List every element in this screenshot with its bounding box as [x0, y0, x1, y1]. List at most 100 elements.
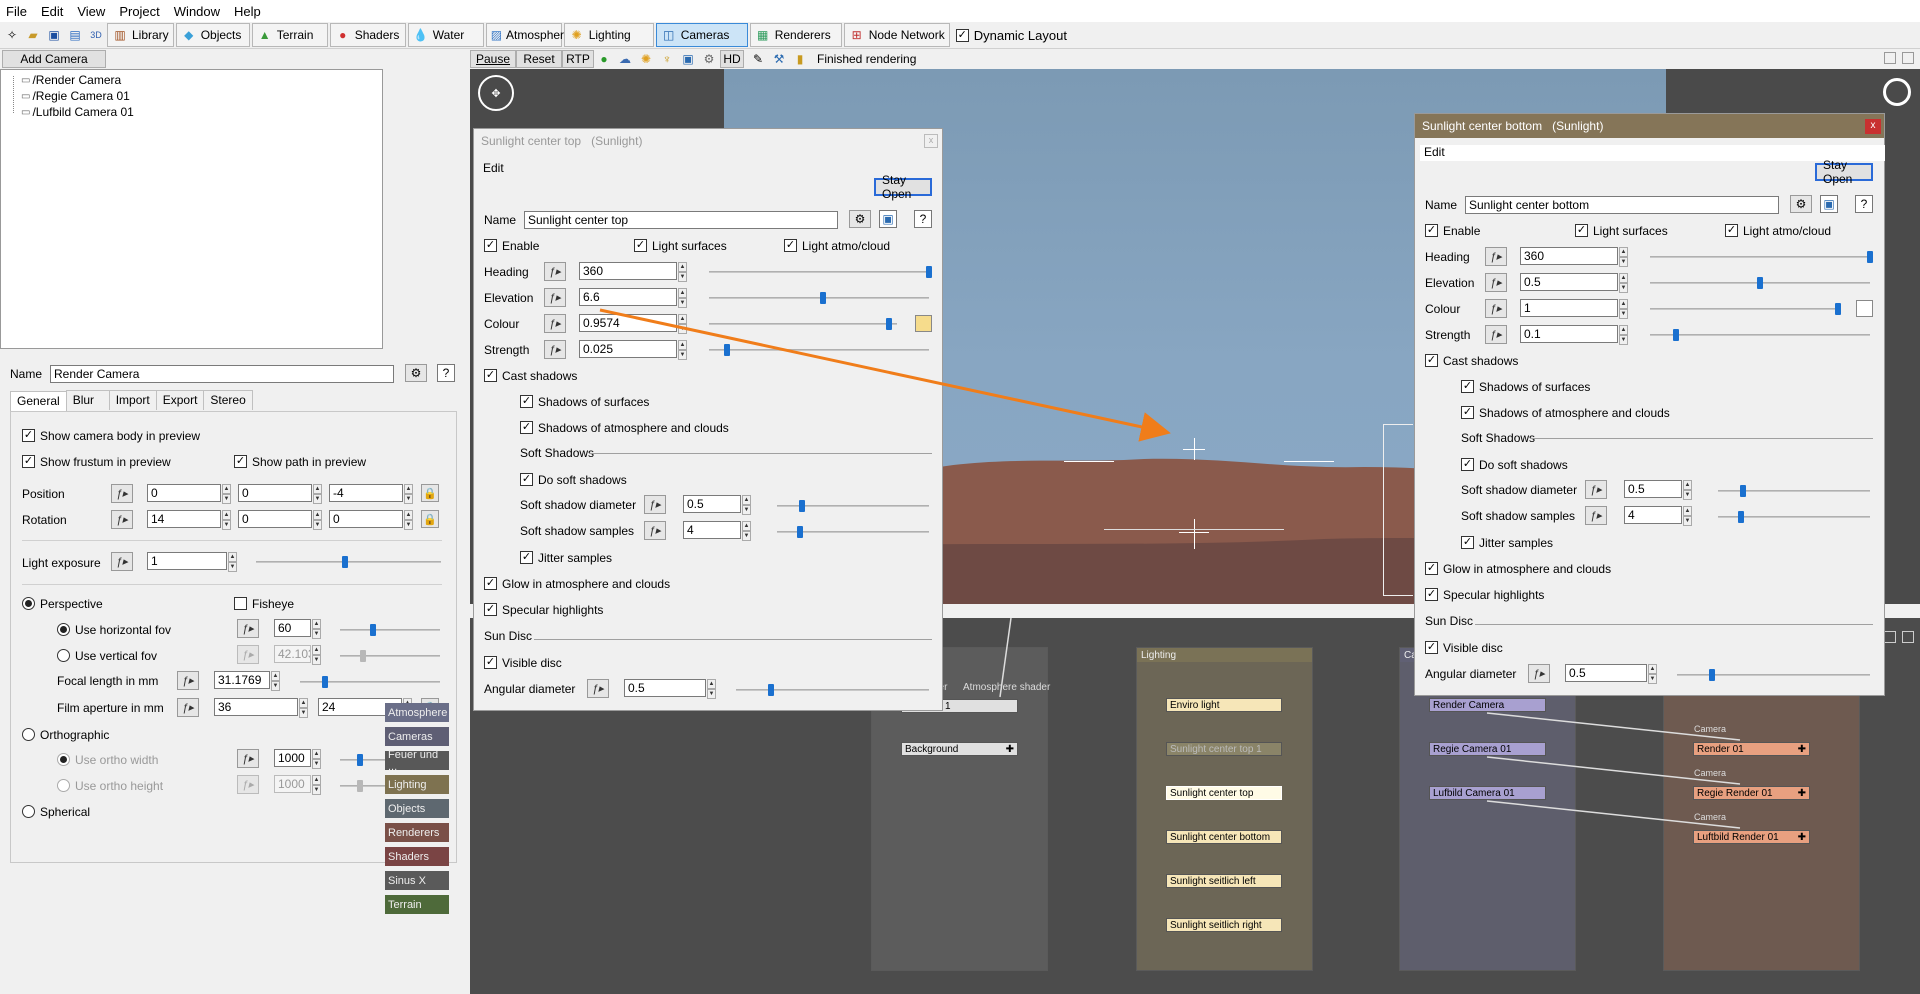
hfov-field[interactable]: 60 [274, 619, 311, 637]
render-node[interactable]: Luftbild Render 01 ✚ [1693, 830, 1810, 844]
close-icon[interactable]: x [1865, 119, 1881, 134]
sidebar-item-renderers[interactable]: Renderers [385, 823, 449, 842]
tab-library[interactable]: ▥ Library [107, 23, 174, 47]
tools-icon[interactable]: ⚒ [769, 49, 789, 69]
glow-checkbox[interactable]: ✓ [1425, 562, 1438, 575]
function-button[interactable]: ƒ▸ [587, 679, 609, 698]
background-node[interactable]: Background ✚ [901, 742, 1018, 756]
light-surfaces-checkbox[interactable]: ✓ [1575, 224, 1588, 237]
function-button[interactable]: ƒ▸ [1585, 480, 1607, 499]
do-soft-shadows-checkbox[interactable]: ✓ [520, 473, 533, 486]
visible-disc-checkbox[interactable]: ✓ [1425, 641, 1438, 654]
soft-samples-slider[interactable] [1718, 511, 1870, 523]
plus-icon[interactable]: ✚ [1006, 744, 1014, 755]
new-file-icon[interactable]: ✧ [2, 25, 22, 45]
light-node[interactable]: Enviro light [1166, 698, 1282, 712]
tab-stereo[interactable]: Stereo [203, 390, 253, 410]
shadows-atmo-checkbox[interactable]: ✓ [1461, 406, 1474, 419]
menu-view[interactable]: View [77, 4, 105, 19]
window-restore-icon[interactable] [1884, 631, 1896, 643]
spinner[interactable]: ▲▼ [742, 521, 751, 541]
aperture-width-field[interactable]: 36 [214, 698, 298, 716]
save-as-icon[interactable]: ▤ [65, 25, 85, 45]
render-node[interactable]: Regie Render 01 ✚ [1693, 786, 1810, 800]
tab-terrain[interactable]: ▲ Terrain [251, 23, 328, 47]
sidebar-item-atmosphere[interactable]: Atmosphere [385, 703, 449, 722]
tab-blur[interactable]: Blur [65, 390, 110, 410]
use-hfov-radio[interactable] [57, 623, 70, 636]
function-button[interactable]: ƒ▸ [1585, 506, 1607, 525]
spinner[interactable]: ▲▼ [1648, 664, 1657, 684]
lock-icon[interactable]: 🔒 [421, 510, 439, 528]
hd-button[interactable]: HD [720, 50, 744, 68]
function-button[interactable]: ƒ▸ [544, 288, 566, 307]
angular-diameter-slider[interactable] [1677, 669, 1870, 681]
fisheye-checkbox[interactable] [234, 597, 247, 610]
focal-field[interactable]: 31.1769 [214, 671, 270, 689]
function-button[interactable]: ƒ▸ [111, 510, 133, 529]
tab-node-network[interactable]: ⊞ Node Network [843, 23, 950, 47]
position-z-field[interactable]: -4 [329, 484, 403, 502]
sun-toggle-icon[interactable]: ✺ [636, 49, 656, 69]
3d-preview-icon[interactable]: 3D [86, 25, 106, 45]
visible-disc-checkbox[interactable]: ✓ [484, 656, 497, 669]
light-surfaces-checkbox[interactable]: ✓ [634, 239, 647, 252]
spherical-radio[interactable] [22, 805, 35, 818]
render-node[interactable]: Render 01 ✚ [1693, 742, 1810, 756]
tab-general[interactable]: General [10, 391, 67, 411]
spinner[interactable]: ▲▼ [678, 262, 687, 282]
shadows-surfaces-checkbox[interactable]: ✓ [520, 395, 533, 408]
tab-renderers[interactable]: ▦ Renderers [749, 23, 842, 47]
spinner[interactable]: ▲▼ [313, 484, 322, 504]
function-button[interactable]: ƒ▸ [111, 552, 133, 571]
light-atmo-checkbox[interactable]: ✓ [784, 239, 797, 252]
spinner[interactable]: ▲▼ [404, 510, 413, 530]
show-body-checkbox[interactable]: ✓ [22, 429, 35, 442]
spinner[interactable]: ▲▼ [299, 698, 308, 718]
camera-view-icon[interactable]: ▣ [678, 49, 698, 69]
jitter-checkbox[interactable]: ✓ [1461, 536, 1474, 549]
heading-slider[interactable] [709, 266, 932, 278]
tab-import[interactable]: Import [108, 390, 157, 410]
cast-shadows-checkbox[interactable]: ✓ [484, 369, 497, 382]
sidebar-item-terrain[interactable]: Terrain [385, 895, 449, 914]
list-item[interactable]: ▭/Regie Camera 01 [21, 89, 130, 103]
camera-node[interactable]: Lufbild Camera 01 [1429, 786, 1546, 800]
spinner[interactable]: ▲▼ [742, 495, 751, 515]
glow-checkbox[interactable]: ✓ [484, 577, 497, 590]
rotation-y-field[interactable]: 0 [238, 510, 312, 528]
light-node[interactable]: Sunlight center bottom [1166, 830, 1282, 844]
soft-samples-field[interactable]: 4 [683, 521, 741, 539]
window-restore-icon[interactable] [1884, 52, 1896, 64]
enable-checkbox[interactable]: ✓ [484, 239, 497, 252]
function-button[interactable]: ƒ▸ [237, 749, 259, 768]
function-button[interactable]: ƒ▸ [111, 484, 133, 503]
spinner[interactable]: ▲▼ [1683, 506, 1692, 526]
function-button[interactable]: ƒ▸ [237, 619, 259, 638]
enable-checkbox[interactable]: ✓ [1425, 224, 1438, 237]
spinner[interactable]: ▲▼ [404, 484, 413, 504]
dynamic-layout-checkbox[interactable]: ✓ [955, 28, 969, 42]
function-button[interactable]: ƒ▸ [544, 340, 566, 359]
specular-checkbox[interactable]: ✓ [484, 603, 497, 616]
spinner[interactable]: ▲▼ [678, 314, 687, 334]
soft-samples-field[interactable]: 4 [1624, 506, 1682, 524]
function-button[interactable]: ƒ▸ [644, 521, 666, 540]
elevation-slider[interactable] [709, 292, 929, 304]
light-exposure-field[interactable]: 1 [147, 552, 227, 570]
heading-field[interactable]: 360 [1520, 247, 1618, 265]
camera-name-field[interactable]: Render Camera [50, 365, 394, 383]
menu-project[interactable]: Project [119, 4, 159, 19]
shadows-surfaces-checkbox[interactable]: ✓ [1461, 380, 1474, 393]
colour-slider[interactable] [709, 318, 897, 330]
lock-icon[interactable]: 🔒 [421, 484, 439, 502]
light-node[interactable]: Sunlight center top 1 [1166, 742, 1282, 756]
sidebar-item-sinus[interactable]: Sinus X [385, 871, 449, 890]
list-item[interactable]: ▭/Lufbild Camera 01 [21, 105, 134, 119]
preview-icon[interactable]: ▣ [879, 210, 897, 228]
spinner[interactable]: ▲▼ [1619, 247, 1628, 267]
save-icon[interactable]: ▣ [44, 25, 64, 45]
function-button[interactable]: ƒ▸ [1485, 273, 1507, 292]
spinner[interactable]: ▲▼ [678, 288, 687, 308]
trophy-icon[interactable]: ♆ [657, 49, 677, 69]
